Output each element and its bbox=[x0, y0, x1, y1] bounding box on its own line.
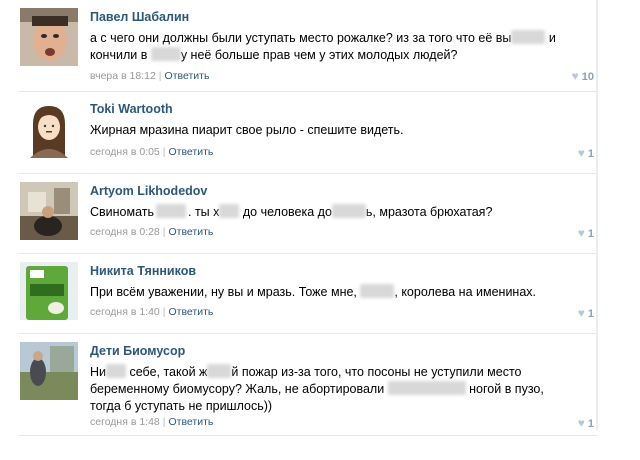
comment-author[interactable]: Дети Биомусор bbox=[90, 344, 185, 358]
comment-time: сегодня в 0:28 bbox=[90, 226, 160, 238]
meta-separator: | bbox=[162, 306, 166, 318]
comment-item: Никита Тянников При всём уважении, ну вы… bbox=[18, 262, 598, 334]
like-count: 10 bbox=[581, 71, 594, 83]
like-count: 1 bbox=[587, 308, 594, 320]
avatar[interactable] bbox=[20, 8, 78, 66]
text-fragment: Свиномать bbox=[90, 205, 155, 219]
censored-blur bbox=[360, 284, 395, 298]
comment-text: Ни себе, такой ж й пожар из-за того, что … bbox=[90, 364, 590, 415]
avatar-photo-outdoor-image bbox=[20, 342, 78, 400]
text-fragment: й пожар из-за того, что посоны не уступи… bbox=[231, 365, 522, 379]
comment-meta: сегодня в 1:48 | Ответить bbox=[90, 416, 213, 428]
avatar-photo-room-image bbox=[20, 182, 78, 240]
comment-time: сегодня в 0:05 bbox=[90, 146, 160, 158]
like-button[interactable]: ♥ 1 bbox=[578, 226, 594, 240]
text-fragment: беременному биомусору? Жаль, не абортиро… bbox=[90, 382, 388, 396]
like-count: 1 bbox=[587, 418, 594, 430]
comment-text: При всём уважении, ну вы и мразь. Тоже м… bbox=[90, 284, 590, 301]
meta-separator: | bbox=[162, 146, 166, 158]
comment-item: Toki Wartooth Жирная мразина пиарит свое… bbox=[18, 100, 598, 174]
heart-icon: ♥ bbox=[577, 306, 585, 320]
comment-meta: вчера в 18:12 | Ответить bbox=[90, 70, 209, 82]
text-fragment: до человека до bbox=[239, 205, 332, 219]
censored-blur bbox=[207, 364, 232, 378]
comment-meta: сегодня в 0:28 | Ответить bbox=[90, 226, 213, 238]
text-fragment: ь, мразота брюхатая? bbox=[365, 205, 493, 219]
heart-icon: ♥ bbox=[571, 69, 579, 83]
censored-blur bbox=[511, 30, 546, 44]
comment-author[interactable]: Toki Wartooth bbox=[90, 102, 173, 116]
text-fragment: а с чего они должны были уступать место … bbox=[90, 31, 512, 45]
text-fragment: себе, такой ж bbox=[126, 365, 208, 379]
text-fragment: Жирная мразина пиарит свое рыло - спешит… bbox=[90, 123, 404, 137]
censored-blur bbox=[106, 364, 127, 378]
censored-blur bbox=[387, 381, 466, 395]
reply-link[interactable]: Ответить bbox=[169, 146, 214, 158]
avatar-photo-man-image bbox=[20, 8, 78, 66]
like-count: 1 bbox=[587, 228, 594, 240]
text-fragment: . ты х bbox=[188, 205, 220, 219]
heart-icon: ♥ bbox=[577, 226, 585, 240]
comment-feed: Павел Шабалин а с чего они должны были у… bbox=[0, 0, 640, 460]
censored-blur bbox=[219, 204, 240, 218]
heart-icon: ♥ bbox=[577, 146, 585, 160]
comment-author[interactable]: Никита Тянников bbox=[90, 264, 196, 278]
comment-text: Свиномать . ты х до человека до ь, мразота… bbox=[90, 204, 590, 221]
text-fragment: ногой в пузо, bbox=[465, 382, 544, 396]
reply-link[interactable]: Ответить bbox=[169, 416, 214, 428]
comment-time: сегодня в 1:48 bbox=[90, 416, 160, 428]
avatar[interactable] bbox=[20, 342, 78, 400]
avatar-drawing-girl-image bbox=[20, 100, 78, 158]
text-fragment: кончили в bbox=[90, 48, 151, 62]
reply-link[interactable]: Ответить bbox=[165, 70, 210, 82]
comment-author[interactable]: Artyom Likhodedov bbox=[90, 184, 207, 198]
meta-separator: | bbox=[162, 416, 166, 428]
like-button[interactable]: ♥ 10 bbox=[572, 69, 594, 83]
text-fragment: При всём уважении, ну вы и мразь. Тоже м… bbox=[90, 285, 361, 299]
comment-item: Artyom Likhodedov Свиномать . ты х до чел… bbox=[18, 182, 598, 254]
avatar[interactable] bbox=[20, 182, 78, 240]
text-fragment: , королева на именинах. bbox=[394, 285, 537, 299]
text-fragment: тогда б уступать не пришлось)) bbox=[90, 399, 273, 413]
comment-meta: сегодня в 1:40 | Ответить bbox=[90, 306, 213, 318]
like-button[interactable]: ♥ 1 bbox=[578, 416, 594, 430]
like-button[interactable]: ♥ 1 bbox=[578, 146, 594, 160]
comment-time: вчера в 18:12 bbox=[90, 70, 156, 82]
comment-time: сегодня в 1:40 bbox=[90, 306, 160, 318]
comment-text: Жирная мразина пиарит свое рыло - спешит… bbox=[90, 122, 590, 139]
text-fragment: и bbox=[545, 31, 556, 45]
comment-author[interactable]: Павел Шабалин bbox=[90, 10, 189, 24]
comment-meta: сегодня в 0:05 | Ответить bbox=[90, 146, 213, 158]
text-fragment: у неё больше прав чем у этих молодых люд… bbox=[180, 48, 458, 62]
avatar-photo-green-pack-image bbox=[20, 262, 78, 320]
comment-item: Дети Биомусор Ни себе, такой ж й пожар из… bbox=[18, 342, 598, 436]
like-button[interactable]: ♥ 1 bbox=[578, 306, 594, 320]
comment-text: а с чего они должны были уступать место … bbox=[90, 30, 590, 64]
avatar[interactable] bbox=[20, 100, 78, 158]
comment-item: Павел Шабалин а с чего они должны были у… bbox=[18, 8, 598, 92]
censored-blur bbox=[156, 204, 187, 218]
reply-link[interactable]: Ответить bbox=[169, 226, 214, 238]
avatar[interactable] bbox=[20, 262, 78, 320]
reply-link[interactable]: Ответить bbox=[169, 306, 214, 318]
censored-blur bbox=[150, 47, 181, 61]
heart-icon: ♥ bbox=[577, 416, 585, 430]
meta-separator: | bbox=[158, 70, 162, 82]
censored-blur bbox=[331, 204, 366, 218]
meta-separator: | bbox=[162, 226, 166, 238]
text-fragment: Ни bbox=[90, 365, 107, 379]
page-right-border bbox=[596, 0, 598, 430]
like-count: 1 bbox=[587, 148, 594, 160]
